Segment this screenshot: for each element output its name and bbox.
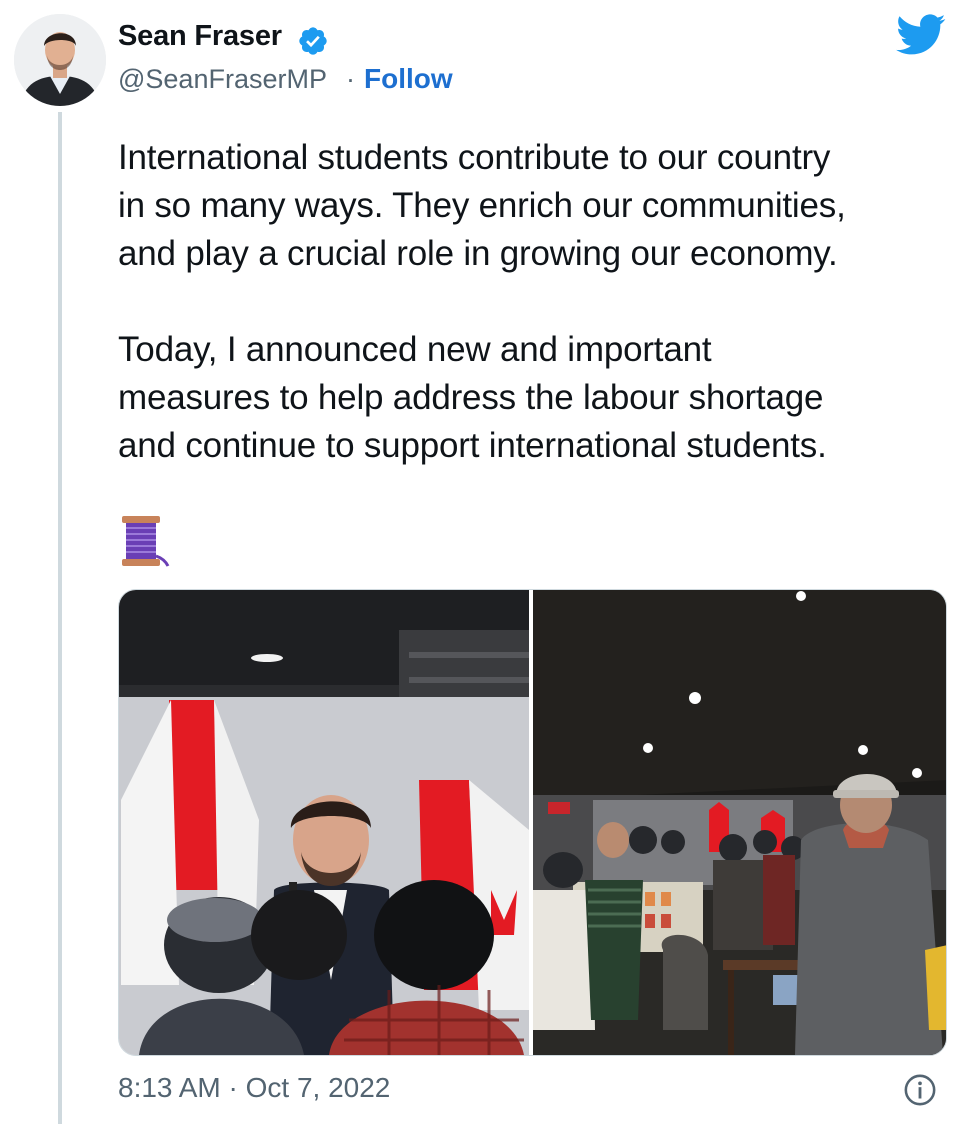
tweet-photo-crowd[interactable] bbox=[531, 590, 946, 1055]
verified-badge-icon bbox=[299, 27, 327, 55]
tweet-photo-press-conference[interactable] bbox=[119, 590, 529, 1055]
tweet-timestamp[interactable]: 8:13 AM · Oct 7, 2022 bbox=[118, 1072, 390, 1104]
tweet-line: International students contribute to our… bbox=[118, 138, 831, 177]
tweet-line: and continue to support international st… bbox=[118, 426, 827, 465]
tweet-media[interactable] bbox=[118, 589, 947, 1056]
tweet-line: in so many ways. They enrich our communi… bbox=[118, 186, 846, 225]
author-name[interactable]: Sean Fraser bbox=[118, 20, 282, 53]
tweet-text: International students contribute to our… bbox=[118, 134, 958, 470]
author-handle[interactable]: @SeanFraserMP bbox=[118, 64, 327, 95]
follow-button[interactable]: Follow bbox=[364, 63, 453, 95]
thread-line bbox=[58, 112, 62, 1124]
spool-of-thread-icon bbox=[122, 516, 170, 567]
tweet-line: Today, I announced new and important bbox=[118, 330, 712, 369]
header-separator: · bbox=[346, 64, 355, 94]
info-icon[interactable] bbox=[903, 1073, 937, 1107]
tweet-line: measures to help address the labour shor… bbox=[118, 378, 824, 417]
tweet-paragraph-1: International students contribute to our… bbox=[118, 134, 958, 278]
twitter-bird-icon[interactable] bbox=[896, 14, 946, 56]
tweet-paragraph-2: Today, I announced new and important mea… bbox=[118, 326, 958, 470]
author-avatar[interactable] bbox=[14, 14, 106, 106]
tweet-line: and play a crucial role in growing our e… bbox=[118, 234, 838, 273]
